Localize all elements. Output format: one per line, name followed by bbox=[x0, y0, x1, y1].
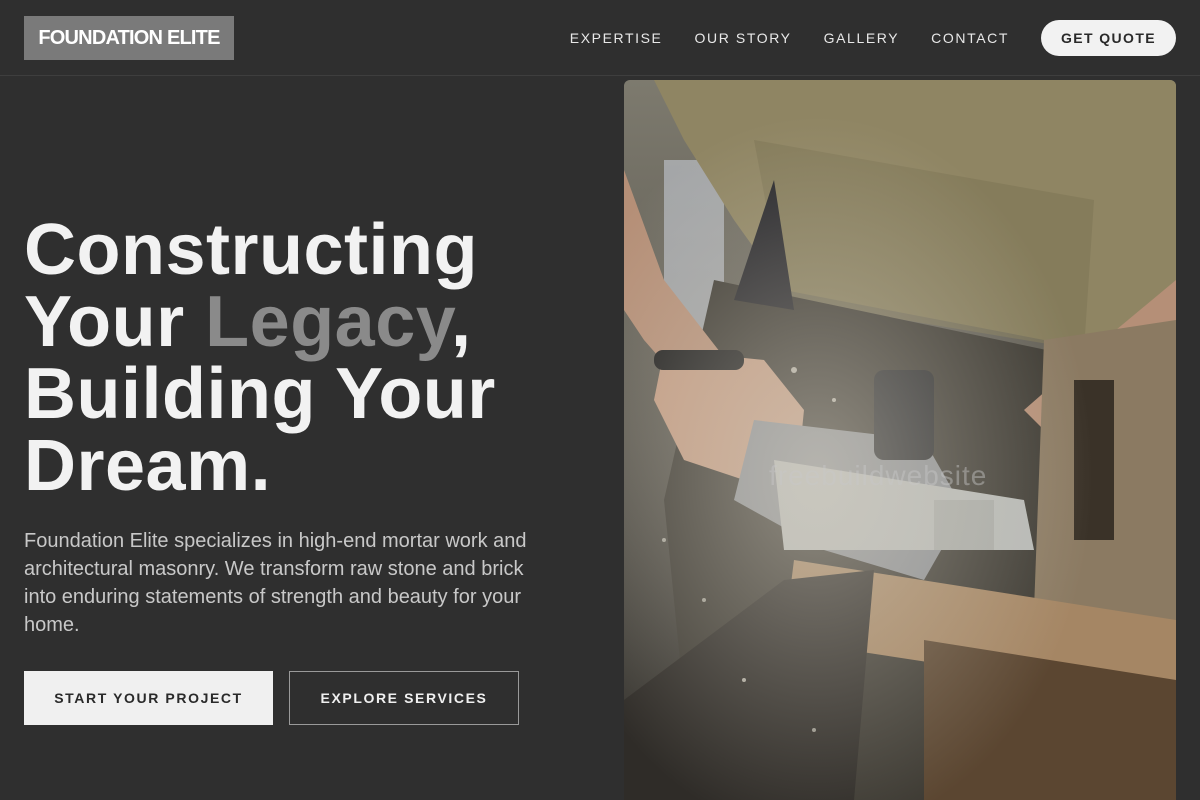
worker-saw-illustration bbox=[624, 80, 1176, 800]
start-project-button[interactable]: START YOUR PROJECT bbox=[24, 671, 273, 725]
brand-logo[interactable]: FOUNDATION ELITE bbox=[24, 16, 234, 60]
hero-title-line1: Constructing bbox=[24, 210, 478, 290]
hero-title-line3: Building Your bbox=[24, 354, 496, 434]
hero-title-accent: Legacy bbox=[205, 282, 451, 362]
get-quote-button[interactable]: GET QUOTE bbox=[1041, 20, 1176, 56]
explore-services-button[interactable]: EXPLORE SERVICES bbox=[289, 671, 519, 725]
hero-title-your: Your bbox=[24, 282, 206, 362]
hero-description: Foundation Elite specializes in high-end… bbox=[24, 530, 527, 636]
nav-our-story[interactable]: OUR STORY bbox=[695, 30, 792, 46]
hero-title-line4: Dream. bbox=[24, 426, 272, 506]
main-nav: EXPERTISE OUR STORY GALLERY CONTACT GET … bbox=[570, 20, 1176, 56]
nav-expertise[interactable]: EXPERTISE bbox=[570, 30, 663, 46]
nav-contact[interactable]: CONTACT bbox=[931, 30, 1009, 46]
image-watermark: freebuildwebsite bbox=[769, 460, 988, 491]
hero-title: Constructing Your Legacy, Building Your … bbox=[24, 214, 584, 502]
hero-image: freebuildwebsite bbox=[624, 80, 1176, 800]
hero-title-comma: , bbox=[450, 282, 472, 362]
nav-gallery[interactable]: GALLERY bbox=[824, 30, 900, 46]
site-header: FOUNDATION ELITE EXPERTISE OUR STORY GAL… bbox=[0, 0, 1200, 76]
